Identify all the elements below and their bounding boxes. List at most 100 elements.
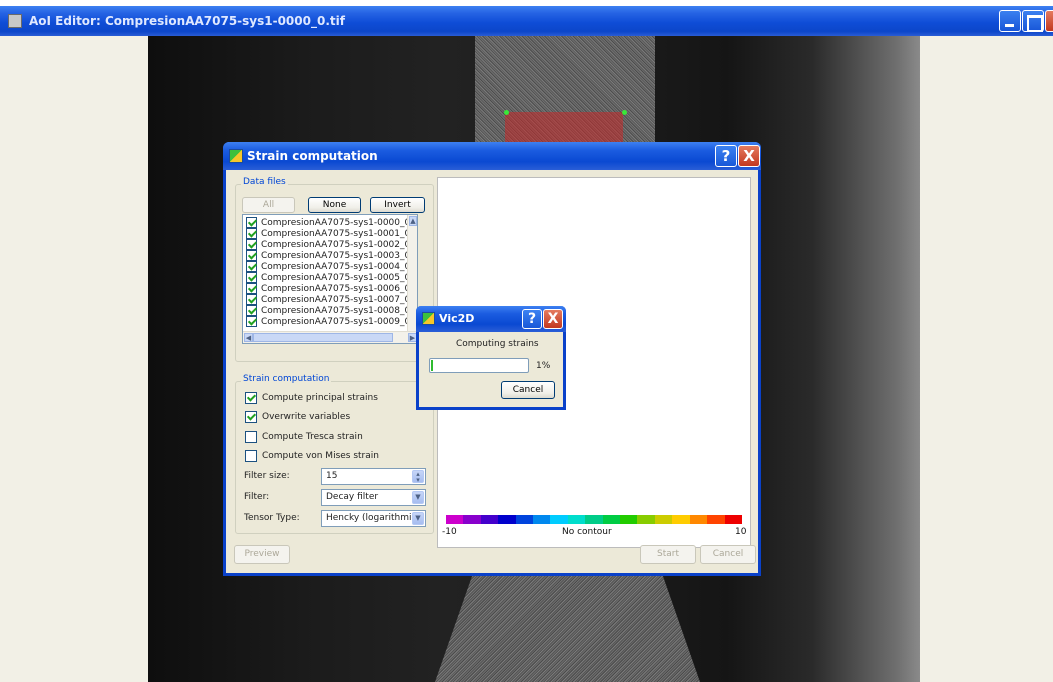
colorbar-cell xyxy=(585,515,603,524)
von-mises-strain-checkbox[interactable] xyxy=(245,450,257,462)
colorbar-cell xyxy=(637,515,655,524)
scroll-left-icon[interactable]: ◀ xyxy=(244,333,253,342)
overwrite-variables-checkbox[interactable] xyxy=(245,411,257,423)
colorbar-cell xyxy=(550,515,568,524)
strain-dialog-title-bar[interactable]: Strain computation ? X xyxy=(223,142,761,170)
colorbar-cell xyxy=(498,515,516,524)
colorbar-cell xyxy=(602,515,621,524)
file-item[interactable]: CompresionAA7075-sys1-0008_0. xyxy=(246,305,413,316)
option-label: Compute Tresca strain xyxy=(262,432,363,442)
progress-bar xyxy=(429,358,529,373)
file-item[interactable]: CompresionAA7075-sys1-0004_0. xyxy=(246,261,413,272)
option-label: Compute principal strains xyxy=(262,393,378,403)
tresca-strain-checkbox[interactable] xyxy=(245,431,257,443)
file-item[interactable]: CompresionAA7075-sys1-0009_0. xyxy=(246,316,413,327)
scroll-up-icon[interactable]: ▲ xyxy=(409,216,417,226)
filter-label: Filter: xyxy=(244,492,270,502)
start-button[interactable]: Start xyxy=(640,545,696,564)
file-item[interactable]: CompresionAA7075-sys1-0002_0. xyxy=(246,239,413,250)
select-all-button[interactable]: All xyxy=(242,197,295,213)
file-item[interactable]: CompresionAA7075-sys1-0005_0. xyxy=(246,272,413,283)
tensor-type-select[interactable]: Hencky (logarithmic) ▼ xyxy=(321,510,426,527)
data-files-list[interactable]: CompresionAA7075-sys1-0000_0. Compresion… xyxy=(242,214,418,344)
option-von-mises-strain[interactable]: Compute von Mises strain xyxy=(245,450,379,462)
minimize-button[interactable] xyxy=(999,10,1021,32)
colorbar-max-label: 10 xyxy=(735,527,747,537)
close-dialog-button[interactable]: X xyxy=(543,309,563,329)
strain-dialog-title: Strain computation xyxy=(247,149,378,163)
cancel-button[interactable]: Cancel xyxy=(700,545,756,564)
file-checkbox[interactable] xyxy=(246,217,257,228)
progress-percent: 1% xyxy=(536,361,551,371)
option-label: Overwrite variables xyxy=(262,412,351,422)
file-checkbox[interactable] xyxy=(246,316,257,327)
colorbar-cell xyxy=(515,515,534,524)
preview-button[interactable]: Preview xyxy=(234,545,290,564)
close-window-button[interactable] xyxy=(1045,10,1053,32)
hscroll-thumb[interactable] xyxy=(253,333,393,342)
colorbar-cell xyxy=(567,515,586,524)
colorbar-cell xyxy=(480,515,499,524)
window-title: AoI Editor: CompresionAA7075-sys1-0000_0… xyxy=(29,14,345,28)
colorbar-cell xyxy=(707,515,725,524)
close-dialog-button[interactable]: X xyxy=(738,145,760,167)
aoi-editor-window: AoI Editor: CompresionAA7075-sys1-0000_0… xyxy=(0,0,1053,682)
strain-computation-legend: Strain computation xyxy=(241,374,332,384)
file-item[interactable]: CompresionAA7075-sys1-0001_0. xyxy=(246,228,413,239)
help-button[interactable]: ? xyxy=(522,309,542,329)
file-checkbox[interactable] xyxy=(246,261,257,272)
colorbar-cell xyxy=(620,515,638,524)
colorbar-mid-label: No contour xyxy=(562,527,612,537)
file-checkbox[interactable] xyxy=(246,305,257,316)
file-name: CompresionAA7075-sys1-0003_0. xyxy=(261,250,414,261)
option-principal-strains[interactable]: Compute principal strains xyxy=(245,392,378,404)
option-tresca-strain[interactable]: Compute Tresca strain xyxy=(245,431,363,443)
file-name: CompresionAA7075-sys1-0007_0. xyxy=(261,294,414,305)
filter-size-spinbox[interactable]: 15 ▴ ▾ xyxy=(321,468,426,485)
invert-selection-button[interactable]: Invert xyxy=(370,197,425,213)
file-checkbox[interactable] xyxy=(246,228,257,239)
option-label: Compute von Mises strain xyxy=(262,451,379,461)
cancel-computation-button[interactable]: Cancel xyxy=(501,381,555,399)
chevron-down-icon[interactable]: ▼ xyxy=(412,512,424,525)
file-list-hscrollbar[interactable]: ◀ ▶ xyxy=(243,331,417,343)
specimen-lower xyxy=(435,576,700,682)
colorbar-cell xyxy=(654,515,673,524)
window-title-bar[interactable]: AoI Editor: CompresionAA7075-sys1-0000_0… xyxy=(0,6,1053,36)
vic2d-icon xyxy=(422,312,435,325)
contour-colorbar xyxy=(446,515,742,524)
principal-strains-checkbox[interactable] xyxy=(245,392,257,404)
chevron-down-icon[interactable]: ▼ xyxy=(412,491,424,504)
file-name: CompresionAA7075-sys1-0005_0. xyxy=(261,272,414,283)
colorbar-cell xyxy=(689,515,708,524)
file-name: CompresionAA7075-sys1-0004_0. xyxy=(261,261,414,272)
option-overwrite-variables[interactable]: Overwrite variables xyxy=(245,411,350,423)
vic2d-title-bar[interactable]: Vic2D ? X xyxy=(416,306,566,332)
file-checkbox[interactable] xyxy=(246,272,257,283)
file-item[interactable]: CompresionAA7075-sys1-0006_0. xyxy=(246,283,413,294)
file-checkbox[interactable] xyxy=(246,283,257,294)
colorbar-cell xyxy=(446,515,464,524)
file-item[interactable]: CompresionAA7075-sys1-0003_0. xyxy=(246,250,413,261)
maximize-button[interactable] xyxy=(1022,10,1044,32)
file-checkbox[interactable] xyxy=(246,250,257,261)
vic2d-title: Vic2D xyxy=(439,312,475,325)
tensor-type-value: Hencky (logarithmic) xyxy=(326,513,420,523)
filter-select[interactable]: Decay filter ▼ xyxy=(321,489,426,506)
file-name: CompresionAA7075-sys1-0009_0. xyxy=(261,316,414,327)
vic2d-icon xyxy=(229,149,243,163)
filter-size-value: 15 xyxy=(326,471,338,481)
spin-arrows-icon[interactable]: ▴ ▾ xyxy=(412,470,424,484)
file-checkbox[interactable] xyxy=(246,294,257,305)
filter-size-label: Filter size: xyxy=(244,471,290,481)
aoi-handle-left[interactable] xyxy=(504,110,509,115)
file-item[interactable]: CompresionAA7075-sys1-0000_0. xyxy=(246,217,413,228)
colorbar-cell xyxy=(463,515,481,524)
tensor-type-label: Tensor Type: xyxy=(244,513,300,523)
progress-bar-fill xyxy=(431,360,433,371)
aoi-handle-right[interactable] xyxy=(622,110,627,115)
file-checkbox[interactable] xyxy=(246,239,257,250)
select-none-button[interactable]: None xyxy=(308,197,361,213)
file-item[interactable]: CompresionAA7075-sys1-0007_0. xyxy=(246,294,413,305)
help-button[interactable]: ? xyxy=(715,145,737,167)
